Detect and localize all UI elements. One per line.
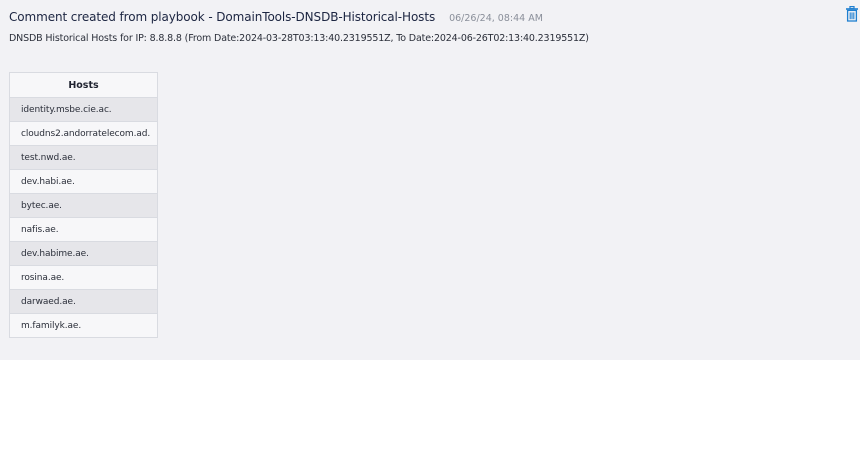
host-cell: cloudns2.andorratelecom.ad. — [9, 121, 158, 146]
table-row: dev.habi.ae. — [9, 169, 158, 194]
table-row: identity.msbe.cie.ac. — [9, 97, 158, 122]
host-cell: rosina.ae. — [9, 265, 158, 290]
comment-header: Comment created from playbook - DomainTo… — [9, 10, 543, 24]
table-row: rosina.ae. — [9, 265, 158, 290]
host-cell: identity.msbe.cie.ac. — [9, 97, 158, 122]
host-cell: m.familyk.ae. — [9, 313, 158, 338]
table-row: test.nwd.ae. — [9, 145, 158, 170]
comment-card: Comment created from playbook - DomainTo… — [0, 0, 860, 360]
host-cell: dev.habime.ae. — [9, 241, 158, 266]
trash-icon — [846, 6, 858, 22]
host-cell: test.nwd.ae. — [9, 145, 158, 170]
table-row: nafis.ae. — [9, 217, 158, 242]
hosts-table: Hosts identity.msbe.cie.ac. cloudns2.and… — [9, 72, 158, 338]
host-cell: bytec.ae. — [9, 193, 158, 218]
host-cell: darwaed.ae. — [9, 289, 158, 314]
table-row: bytec.ae. — [9, 193, 158, 218]
host-cell: nafis.ae. — [9, 217, 158, 242]
hosts-table-header-row: Hosts — [9, 72, 158, 98]
table-row: cloudns2.andorratelecom.ad. — [9, 121, 158, 146]
hosts-column-header: Hosts — [9, 72, 158, 98]
table-row: m.familyk.ae. — [9, 313, 158, 338]
table-row: dev.habime.ae. — [9, 241, 158, 266]
host-cell: dev.habi.ae. — [9, 169, 158, 194]
table-row: darwaed.ae. — [9, 289, 158, 314]
comment-title: Comment created from playbook - DomainTo… — [9, 10, 436, 24]
comment-description: DNSDB Historical Hosts for IP: 8.8.8.8 (… — [9, 33, 589, 44]
delete-comment-button[interactable] — [845, 6, 859, 22]
comment-timestamp: 06/26/24, 08:44 AM — [449, 13, 543, 24]
